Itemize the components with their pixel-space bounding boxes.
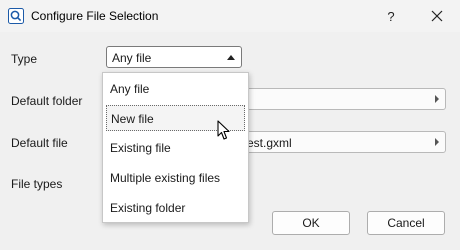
default-file-label: Default file bbox=[11, 136, 68, 150]
option-multiple-existing-files[interactable]: Multiple existing files bbox=[106, 165, 245, 191]
option-label: Existing file bbox=[110, 141, 171, 155]
type-value: Any file bbox=[112, 51, 152, 65]
mouse-pointer-icon bbox=[217, 120, 230, 140]
title-bar: Configure File Selection ? bbox=[0, 0, 460, 32]
default-file-field[interactable]: est.gxml bbox=[238, 131, 446, 153]
close-icon bbox=[431, 10, 443, 22]
type-dropdown-list: Any file New file Existing file Multiple… bbox=[102, 72, 249, 223]
folder-browse-arrow-icon[interactable] bbox=[435, 95, 439, 103]
option-label: New file bbox=[111, 112, 154, 126]
type-combobox[interactable]: Any file bbox=[106, 46, 242, 68]
close-button[interactable] bbox=[424, 6, 450, 26]
type-label: Type bbox=[11, 52, 38, 66]
option-label: Existing folder bbox=[110, 201, 186, 215]
help-button[interactable]: ? bbox=[378, 6, 404, 26]
option-existing-folder[interactable]: Existing folder bbox=[106, 195, 245, 221]
window-title: Configure File Selection bbox=[31, 9, 159, 23]
file-browse-arrow-icon[interactable] bbox=[435, 138, 439, 146]
default-folder-label: Default folder bbox=[11, 94, 83, 108]
caret-up-icon bbox=[227, 55, 235, 60]
option-label: Multiple existing files bbox=[110, 171, 221, 185]
ok-button[interactable]: OK bbox=[272, 211, 350, 235]
file-types-label: File types bbox=[11, 177, 63, 191]
option-label: Any file bbox=[110, 82, 150, 96]
option-any-file[interactable]: Any file bbox=[106, 76, 245, 102]
default-folder-field[interactable] bbox=[238, 88, 446, 110]
app-search-icon bbox=[8, 8, 24, 24]
default-file-value: est.gxml bbox=[247, 136, 292, 150]
cancel-button[interactable]: Cancel bbox=[367, 211, 445, 235]
